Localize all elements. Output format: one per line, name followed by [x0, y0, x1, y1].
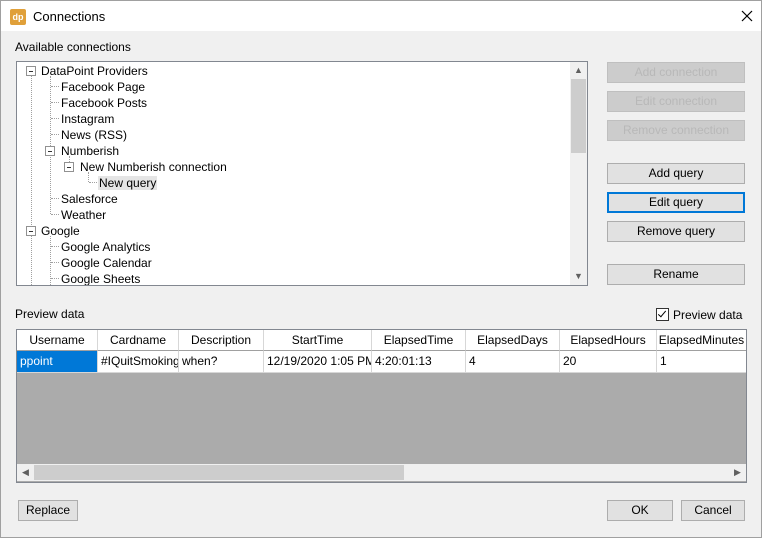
tree-item-google-analytics[interactable]: Google Analytics — [61, 239, 150, 255]
column-header-starttime[interactable]: StartTime — [264, 330, 372, 351]
app-logo-icon: dp — [10, 9, 26, 25]
column-header-cardname[interactable]: Cardname — [98, 330, 179, 351]
title-bar: dp Connections — [1, 1, 761, 31]
replace-button[interactable]: Replace — [18, 500, 78, 521]
close-button[interactable] — [732, 2, 762, 32]
grid-horizontal-scrollbar[interactable]: ◀ ▶ — [17, 464, 746, 481]
scroll-left-icon[interactable]: ◀ — [17, 464, 34, 481]
tree-connector — [51, 118, 59, 119]
available-connections-label: Available connections — [15, 40, 131, 54]
ok-button[interactable]: OK — [607, 500, 673, 521]
tree-item-google-sheets[interactable]: Google Sheets — [61, 271, 140, 285]
column-header-description[interactable]: Description — [179, 330, 264, 351]
remove-connection-button[interactable]: Remove connection — [607, 120, 745, 141]
close-icon — [741, 10, 753, 22]
table-cell-elapsedhours[interactable]: 20 — [560, 351, 657, 373]
table-cell-elapsedminutes[interactable]: 1 — [657, 351, 746, 373]
rename-button[interactable]: Rename — [607, 264, 745, 285]
tree-item-google[interactable]: Google — [41, 223, 80, 239]
column-header-elapseddays[interactable]: ElapsedDays — [466, 330, 560, 351]
tree-scroll-thumb[interactable] — [571, 79, 586, 153]
collapse-icon[interactable] — [26, 226, 36, 236]
tree-item-numberish[interactable]: Numberish — [61, 143, 119, 159]
table-cell-description[interactable]: when? — [179, 351, 264, 373]
tree-item-facebook-page[interactable]: Facebook Page — [61, 79, 145, 95]
column-header-elapsedtime[interactable]: ElapsedTime — [372, 330, 466, 351]
table-cell-elapsedtime[interactable]: 4:20:01:13 — [372, 351, 466, 373]
tree-item-new-numberish-connection[interactable]: New Numberish connection — [80, 159, 227, 175]
tree-item-facebook-posts[interactable]: Facebook Posts — [61, 95, 147, 111]
preview-data-label: Preview data — [15, 307, 85, 321]
add-connection-button[interactable]: Add connection — [607, 62, 745, 83]
preview-data-grid[interactable]: Username Cardname Description StartTime … — [16, 329, 747, 483]
preview-data-checkbox[interactable] — [656, 308, 669, 321]
tree-item-instagram[interactable]: Instagram — [61, 111, 114, 127]
tree-connector — [50, 76, 51, 214]
column-header-elapsedminutes[interactable]: ElapsedMinutes — [657, 330, 746, 351]
connections-tree[interactable]: DataPoint Providers Facebook Page Facebo… — [16, 61, 588, 286]
column-header-username[interactable]: Username — [17, 330, 98, 351]
scroll-up-icon[interactable]: ▲ — [570, 62, 587, 79]
tree-vertical-scrollbar[interactable]: ▲ ▼ — [570, 62, 587, 285]
edit-connection-button[interactable]: Edit connection — [607, 91, 745, 112]
tree-item-news-rss[interactable]: News (RSS) — [61, 127, 127, 143]
tree-item-weather[interactable]: Weather — [61, 207, 106, 223]
tree-connector — [51, 134, 59, 135]
grid-body: Username Cardname Description StartTime … — [17, 330, 746, 463]
tree-connector — [51, 102, 59, 103]
tree-connector — [51, 86, 59, 87]
tree-item-salesforce[interactable]: Salesforce — [61, 191, 118, 207]
tree-connector — [51, 278, 59, 279]
table-cell-starttime[interactable]: 12/19/2020 1:05 PM — [264, 351, 372, 373]
table-cell-cardname[interactable]: #IQuitSmoking — [98, 351, 179, 373]
tree-item-datapoint-providers[interactable]: DataPoint Providers — [41, 63, 148, 79]
edit-query-button[interactable]: Edit query — [607, 192, 745, 213]
tree-connector — [51, 262, 59, 263]
scroll-down-icon[interactable]: ▼ — [570, 268, 587, 285]
tree-item-google-calendar[interactable]: Google Calendar — [61, 255, 152, 271]
tree-connector — [51, 214, 59, 215]
add-query-button[interactable]: Add query — [607, 163, 745, 184]
table-cell-username[interactable]: ppoint — [17, 351, 98, 373]
remove-query-button[interactable]: Remove query — [607, 221, 745, 242]
column-header-elapsedhours[interactable]: ElapsedHours — [560, 330, 657, 351]
cancel-button[interactable]: Cancel — [681, 500, 745, 521]
window-title: Connections — [33, 9, 106, 24]
tree-connector — [31, 76, 32, 285]
scroll-right-icon[interactable]: ▶ — [729, 464, 746, 481]
tree-item-new-query[interactable]: New query — [98, 175, 158, 191]
collapse-icon[interactable] — [64, 162, 74, 172]
collapse-icon[interactable] — [45, 146, 55, 156]
table-cell-elapseddays[interactable]: 4 — [466, 351, 560, 373]
collapse-icon[interactable] — [26, 66, 36, 76]
grid-scroll-thumb[interactable] — [34, 465, 404, 480]
tree-connector — [89, 182, 97, 183]
checkmark-icon — [657, 308, 667, 318]
tree-connector — [51, 246, 59, 247]
preview-data-checkbox-label[interactable]: Preview data — [673, 308, 742, 322]
tree-connector — [51, 198, 59, 199]
